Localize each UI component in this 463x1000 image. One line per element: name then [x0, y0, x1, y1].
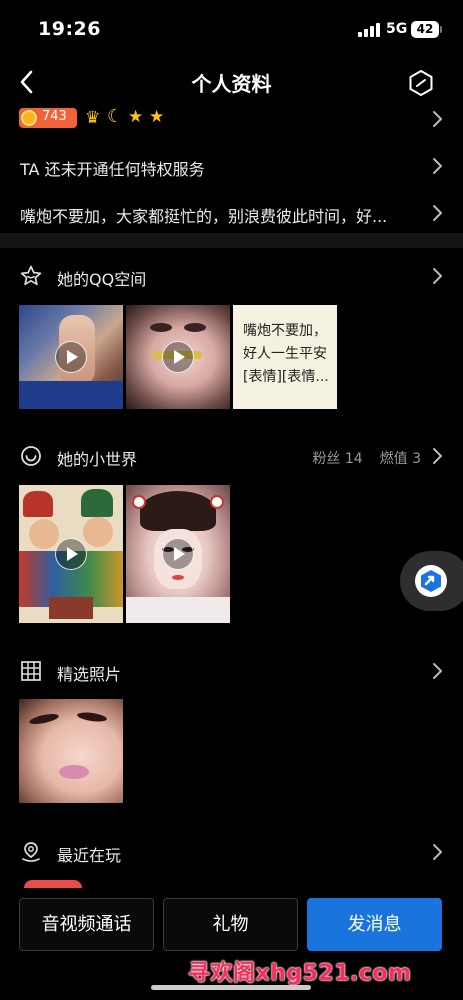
small-world-video-thumb[interactable]: [126, 485, 230, 623]
star-icon: ★: [149, 107, 165, 127]
chevron-right-icon: [433, 158, 442, 174]
heat-label: 燃值: [379, 451, 408, 467]
signal-icon: [358, 23, 380, 37]
level-badge: 743: [19, 108, 77, 128]
play-icon: [55, 341, 87, 373]
small-world-title: 她的小世界: [57, 450, 138, 469]
status-time: 19:26: [38, 18, 101, 40]
gift-button[interactable]: 礼物: [163, 898, 298, 951]
star-outline-icon: [20, 265, 42, 286]
chevron-right-icon: [433, 268, 442, 284]
small-world-stats: 粉丝 14 燃值 3: [312, 448, 421, 468]
recent-header[interactable]: 最近在玩: [0, 836, 463, 868]
section-divider: [0, 233, 463, 248]
text-post-line: [表情][表情...: [243, 369, 329, 385]
location-icon: [22, 842, 40, 862]
qzone-video-thumb[interactable]: [126, 305, 230, 409]
fans-count: 14: [344, 451, 363, 467]
nav-bar: 个人资料: [0, 60, 463, 104]
qzone-text-post[interactable]: 嘴炮不要加， 好人一生平安 [表情][表情...: [233, 305, 337, 409]
status-bar: 19:26 5G 42: [0, 0, 463, 60]
text-post-line: 嘴炮不要加，: [243, 323, 327, 339]
grid-icon: [21, 661, 41, 681]
moon-icon: ☾: [107, 106, 124, 127]
home-indicator[interactable]: [151, 985, 311, 990]
coin-icon: [21, 110, 37, 126]
circle-icon: [21, 446, 41, 466]
photos-title: 精选照片: [57, 665, 122, 684]
play-icon: [55, 538, 87, 570]
play-icon: [162, 341, 194, 373]
small-world-video-thumb[interactable]: [19, 485, 123, 623]
level-number: 743: [42, 109, 67, 124]
qzone-header[interactable]: 她的QQ空间: [0, 260, 463, 292]
battery-nub: [440, 26, 442, 33]
more-icon[interactable]: [408, 69, 434, 97]
chevron-right-icon: [433, 205, 442, 221]
chevron-right-icon: [433, 111, 442, 127]
featured-photo[interactable]: [19, 699, 123, 803]
photos-header[interactable]: 精选照片: [0, 655, 463, 687]
signature-row[interactable]: 嘴炮不要加，大家都挺忙的，别浪费彼此时间，好...: [0, 197, 463, 229]
star-icon: ★: [128, 107, 144, 127]
cube-icon: [415, 565, 447, 597]
chevron-right-icon: [433, 844, 442, 860]
text-post-line: 好人一生平安: [243, 346, 327, 362]
recent-title: 最近在玩: [57, 846, 122, 865]
privilege-row[interactable]: TA 还未开通任何特权服务: [0, 150, 463, 182]
floating-assistant-button[interactable]: [400, 551, 463, 611]
watermark: 寻欢阁xhg521.com: [188, 961, 412, 986]
battery-icon: 42: [411, 21, 439, 38]
av-call-button[interactable]: 音视频通话: [19, 898, 154, 951]
signature-text: 嘴炮不要加，大家都挺忙的，别浪费彼此时间，好...: [20, 207, 388, 226]
crown-icon: ♛: [85, 108, 101, 128]
qzone-title: 她的QQ空间: [57, 270, 147, 289]
heat-count: 3: [412, 451, 421, 467]
network-type: 5G: [386, 21, 408, 37]
play-icon: [162, 538, 194, 570]
qzone-video-thumb[interactable]: [19, 305, 123, 409]
chevron-right-icon: [433, 448, 442, 464]
chevron-right-icon: [433, 663, 442, 679]
privilege-text: TA 还未开通任何特权服务: [20, 160, 205, 179]
fans-label: 粉丝: [312, 451, 341, 467]
page-title: 个人资料: [191, 72, 272, 96]
send-message-button[interactable]: 发消息: [307, 898, 442, 951]
small-world-header[interactable]: 她的小世界 粉丝 14 燃值 3: [0, 440, 463, 472]
